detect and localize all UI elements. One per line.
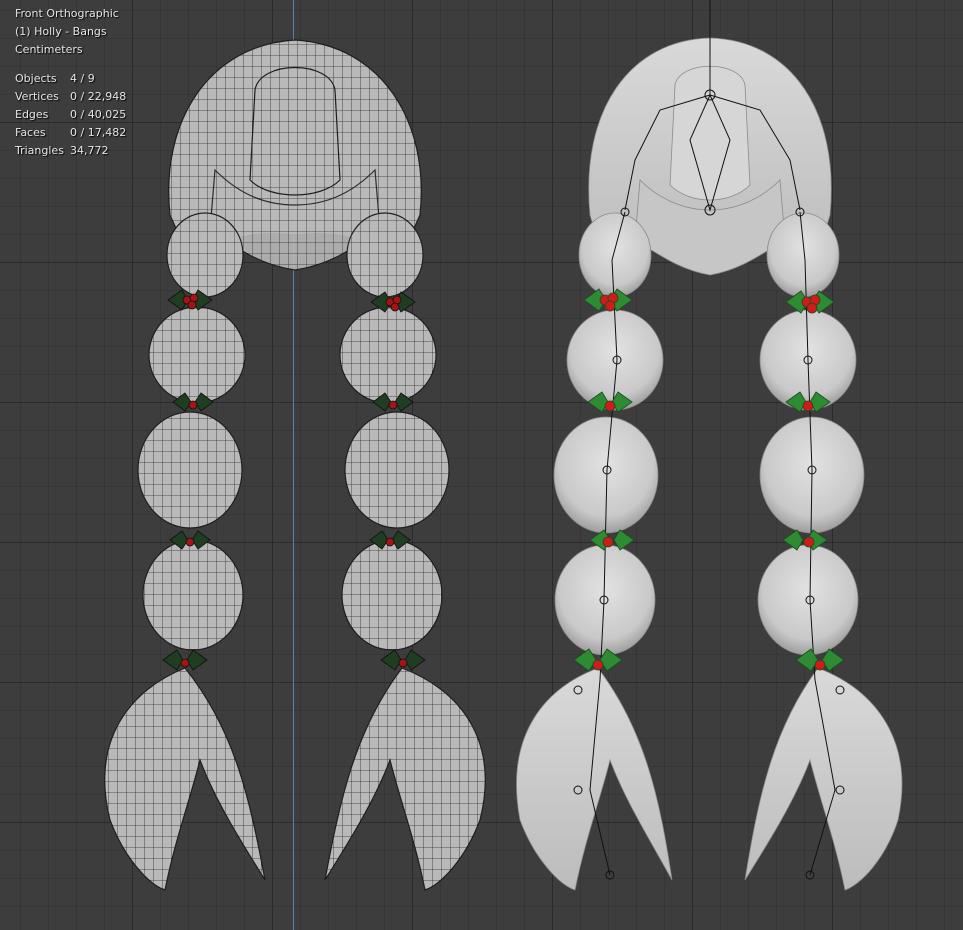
3d-viewport[interactable]: Front Orthographic (1) Holly - Bangs Cen… [0,0,963,930]
stat-label: Faces [15,126,46,139]
stat-row-objects: Objects 4 / 9 [15,70,126,88]
stat-value: 0 / 17,482 [70,126,127,139]
stat-row-faces: Faces 0 / 17,482 [15,124,126,142]
stat-label: Triangles [15,144,64,157]
stat-label: Objects [15,72,57,85]
solid-right-tail[interactable] [744,212,903,891]
view-name: Front Orthographic [15,7,119,20]
scene-statistics: Objects 4 / 9 Vertices 0 / 22,948 Edges … [15,70,126,160]
wireframe-hair-model[interactable] [104,39,486,891]
wire-left-tail[interactable] [104,212,266,891]
stat-label: Vertices [15,90,59,103]
wire-bangs[interactable] [249,66,341,196]
stat-label: Edges [15,108,49,121]
active-object-name: (1) Holly - Bangs [15,25,107,38]
solid-hair-model[interactable] [516,0,903,891]
unit-system: Centimeters [15,43,83,56]
wire-right-tail[interactable] [324,212,486,891]
viewport-text-overlay: Front Orthographic (1) Holly - Bangs Cen… [15,5,126,160]
hair-models[interactable] [0,0,963,930]
stat-value: 34,772 [70,144,109,157]
stat-row-vertices: Vertices 0 / 22,948 [15,88,126,106]
stat-value: 0 / 22,948 [70,90,127,103]
stat-value: 4 / 9 [70,72,95,85]
stat-row-triangles: Triangles 34,772 [15,142,126,160]
stat-row-edges: Edges 0 / 40,025 [15,106,126,124]
stat-value: 0 / 40,025 [70,108,127,121]
solid-left-tail[interactable] [516,212,673,891]
